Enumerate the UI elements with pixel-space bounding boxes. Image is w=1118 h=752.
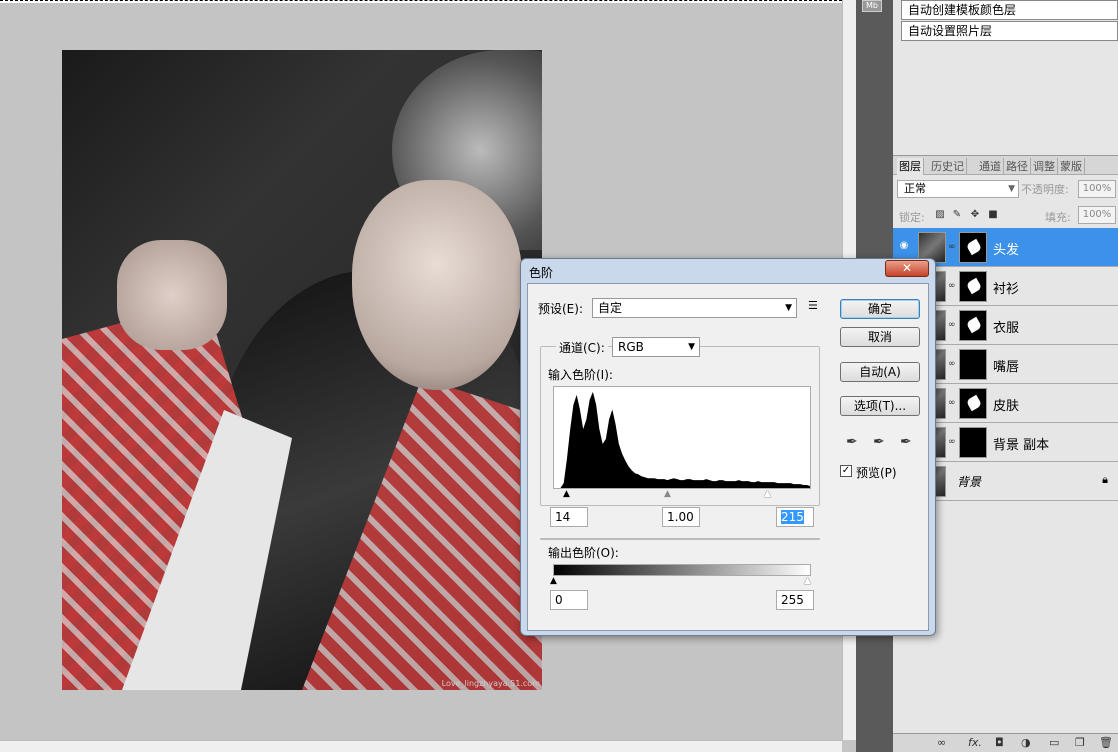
add-mask-icon[interactable]: ◘ [995,736,1004,749]
output-white-slider[interactable]: ▲ [804,577,811,586]
eye-icon[interactable]: ◉ [896,240,912,254]
panel-tabs: 图层 历史记 通道 路径 调整 蒙版 [893,155,1118,175]
dialog-body: 预设(E): 自定 ▼ ☰ 通道(C): RGB ▼ 输入色阶(I): ▲ ▲ … [527,283,929,631]
chevron-down-icon: ▼ [1008,184,1015,194]
new-layer-icon[interactable]: ❐ [1075,736,1085,749]
output-levels-label: 输出色阶(O): [548,546,619,560]
output-divider [540,538,820,540]
lock-move-icon[interactable]: ✥ [969,209,981,221]
blend-mode-select[interactable]: 正常 ▼ [897,180,1019,198]
preview-label: 预览(P) [856,466,897,480]
photo-watermark: Love_lingzhyaya.51.com [441,679,540,688]
action-item[interactable]: 自动设置照片层 [901,21,1118,41]
layer-name: 背景 副本 [993,438,1050,453]
white-eyedropper-icon[interactable]: ✒ [900,434,912,450]
layer-mask-thumbnail[interactable] [959,349,987,380]
histogram-area [554,391,810,488]
layer-mask-thumbnail[interactable] [959,310,987,341]
layer-name: 头发 [993,243,1020,258]
black-eyedropper-icon[interactable]: ✒ [846,434,858,450]
output-white-field[interactable]: 255 [776,590,814,610]
chevron-down-icon: ▼ [785,303,792,313]
tab-paths[interactable]: 路径 [1004,158,1031,175]
options-button[interactable]: 选项(T)... [840,396,920,416]
preset-menu-icon[interactable]: ☰ [808,299,818,312]
histogram [553,386,811,489]
gray-eyedropper-icon[interactable]: ✒ [873,434,885,450]
link-icon: ∞ [948,359,956,369]
fx-icon[interactable]: fx. [968,736,982,749]
opacity-label: 不透明度: [1021,183,1069,196]
output-black-field[interactable]: 0 [550,590,588,610]
preset-select[interactable]: 自定 ▼ [592,298,797,318]
trash-icon[interactable]: 🗑︎ [1099,736,1113,749]
lock-transparency-icon[interactable]: ▨ [934,209,946,221]
preset-label: 预设(E): [538,302,583,316]
channel-label: 通道(C): [556,339,608,356]
input-black-field[interactable]: 14 [550,507,588,527]
link-icon: ∞ [948,242,956,252]
input-levels-label: 输入色阶(I): [548,368,613,382]
mb-icon[interactable]: Mb [862,0,882,12]
preset-value: 自定 [598,301,623,315]
lock-paint-icon[interactable]: ✎ [951,209,963,221]
input-white-field[interactable]: 215 [776,507,814,527]
link-icon: ∞ [948,437,956,447]
chevron-down-icon: ▼ [688,342,695,352]
layer-mask-thumbnail[interactable] [959,388,987,419]
link-icon: ∞ [948,281,956,291]
channel-select[interactable]: RGB ▼ [612,337,700,357]
ok-button[interactable]: 确定 [840,299,920,319]
horizontal-scrollbar[interactable] [0,740,842,752]
channel-value: RGB [618,340,644,354]
layers-panel-footer: ∞ fx. ◘ ◑ ▭ ❐ 🗑︎ [893,733,1118,752]
input-white-value: 215 [781,510,804,524]
tab-channels[interactable]: 通道 [977,158,1004,175]
marching-ants-border [0,0,842,3]
layer-name: 嘴唇 [993,360,1020,375]
fist-shape [117,240,227,350]
lock-label: 锁定: [899,211,925,224]
link-icon: ∞ [948,320,956,330]
adjustment-layer-icon[interactable]: ◑ [1021,736,1031,749]
fill-field[interactable]: 100% [1078,206,1116,224]
input-white-slider[interactable]: ▲ [764,490,771,499]
link-icon: ∞ [948,398,956,408]
dialog-title: 色阶 [529,266,554,280]
opacity-field[interactable]: 100% [1078,180,1116,198]
input-black-slider[interactable]: ▲ [563,490,570,499]
layer-mask-thumbnail[interactable] [959,427,987,458]
layer-name: 衬衫 [993,282,1020,297]
layer-name: 衣服 [993,321,1020,336]
face-shape [352,180,522,390]
cancel-button[interactable]: 取消 [840,327,920,347]
layer-mask-thumbnail[interactable] [959,271,987,302]
tab-adjustments[interactable]: 调整 [1031,158,1058,175]
output-gradient [553,564,811,576]
preview-checkbox[interactable]: ✓ [840,465,852,477]
layer-mask-thumbnail[interactable] [959,232,987,263]
input-gamma-field[interactable]: 1.00 [662,507,700,527]
photo-image[interactable]: Love_lingzhyaya.51.com [62,50,542,690]
fill-label: 填充: [1045,211,1071,224]
input-gamma-slider[interactable]: ▲ [664,490,671,499]
tab-layers[interactable]: 图层 [897,158,924,175]
tab-history[interactable]: 历史记 [929,158,967,175]
blend-mode-value: 正常 [904,182,926,195]
layer-name: 背景 [957,475,982,489]
group-icon[interactable]: ▭ [1049,736,1059,749]
link-layers-icon[interactable]: ∞ [937,736,946,749]
output-black-slider[interactable]: ▲ [550,577,557,586]
auto-button[interactable]: 自动(A) [840,362,920,382]
close-button[interactable]: ✕ [885,260,929,277]
action-item[interactable]: 自动创建模板颜色层 [901,0,1118,20]
levels-dialog: 色阶 ✕ 预设(E): 自定 ▼ ☰ 通道(C): RGB ▼ 输入色阶(I):… [520,258,936,636]
tab-masks[interactable]: 蒙版 [1058,158,1085,175]
lock-icon: 🔒︎ [1102,473,1108,486]
lock-all-icon[interactable]: ■ [987,209,999,221]
actions-list: 自动创建模板颜色层 自动设置照片层 [893,0,1118,152]
layer-name: 皮肤 [993,399,1020,414]
